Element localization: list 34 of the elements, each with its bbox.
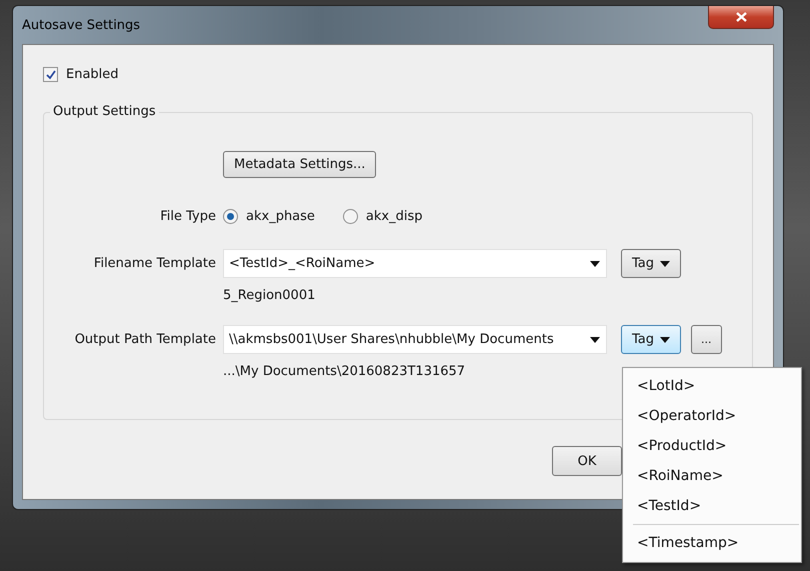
browse-button[interactable]: ... <box>691 325 722 354</box>
metadata-settings-button[interactable]: Metadata Settings... <box>223 151 376 178</box>
field-label: Filename Template <box>94 256 216 271</box>
menu-item[interactable]: <LotId> <box>623 371 801 401</box>
close-button[interactable] <box>708 6 774 29</box>
group-title: Output Settings <box>50 104 159 119</box>
combobox-value: <TestId>_<RoiName> <box>229 256 376 271</box>
ok-button[interactable]: OK <box>552 446 622 476</box>
tag-button[interactable]: Tag <box>621 325 682 354</box>
preview-text: ...\My Documents\20160823T131657 <box>223 363 466 381</box>
radio-label: akx_disp <box>366 209 422 224</box>
caret-icon <box>590 336 600 342</box>
menu-item[interactable]: <RoiName> <box>623 461 801 491</box>
radio-button[interactable] <box>342 209 358 224</box>
caret-icon <box>660 336 670 342</box>
field-label: Output Path Template <box>74 332 216 347</box>
window-title: Autosave Settings <box>22 18 140 32</box>
caret-icon <box>660 260 670 266</box>
template-combobox[interactable]: <TestId>_<RoiName> <box>223 249 607 278</box>
close-icon <box>736 12 746 22</box>
menu-item[interactable]: <TestId> <box>623 491 801 521</box>
preview-text: 5_Region0001 <box>223 287 316 305</box>
field-label: File Type <box>160 209 216 224</box>
radio-button[interactable] <box>223 209 238 224</box>
menu-item[interactable]: <Timestamp> <box>623 528 801 558</box>
tag-button[interactable]: Tag <box>621 249 682 278</box>
caret-icon <box>590 260 600 266</box>
enabled-checkbox[interactable] <box>43 67 58 82</box>
combobox-value: \\akmsbs001\User Shares\nhubble\My Documents <box>229 332 554 347</box>
menu-item[interactable]: <ProductId> <box>623 431 801 461</box>
template-combobox[interactable]: \\akmsbs001\User Shares\nhubble\My Documents <box>223 325 607 354</box>
radio-label: akx_phase <box>246 209 315 224</box>
checkbox-label: Enabled <box>66 67 119 82</box>
menu-item[interactable]: <OperatorId> <box>623 401 801 431</box>
